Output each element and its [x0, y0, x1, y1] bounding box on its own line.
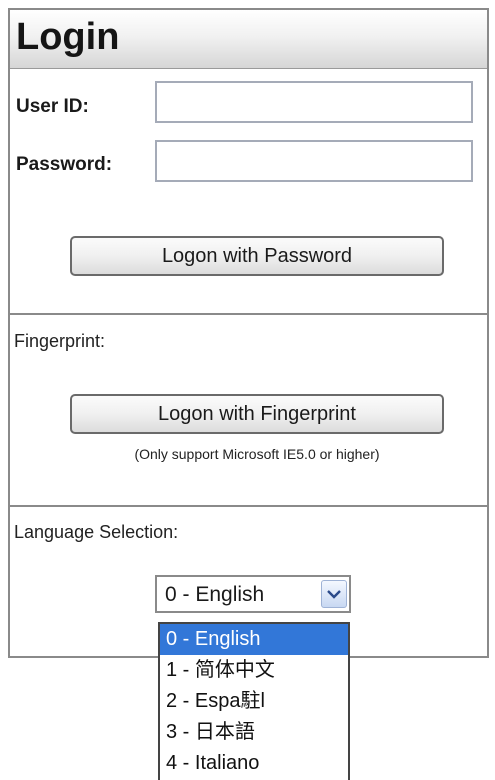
page-title: Login: [16, 16, 120, 58]
language-dropdown-list: 0 - English 1 - 简体中文 2 - Espa駐l 3 - 日本語 …: [158, 622, 350, 780]
title-bar: Login: [10, 10, 487, 69]
user-id-input[interactable]: [155, 81, 473, 123]
logon-with-password-button[interactable]: Logon with Password: [70, 236, 444, 276]
chevron-down-icon[interactable]: [321, 580, 347, 608]
logon-with-fingerprint-button[interactable]: Logon with Fingerprint: [70, 394, 444, 434]
fingerprint-section-label: Fingerprint:: [14, 331, 106, 351]
language-section-label: Language Selection:: [14, 522, 179, 542]
language-option[interactable]: 4 - Italiano: [160, 748, 348, 779]
login-panel: Login User ID: Password: Logon with Pass…: [8, 8, 489, 658]
language-select-value: 0 - English: [165, 583, 265, 606]
browser-support-note: (Only support Microsoft IE5.0 or higher): [134, 446, 380, 462]
language-option[interactable]: 0 - English: [160, 624, 348, 655]
language-select[interactable]: 0 - English: [155, 575, 351, 613]
user-id-label: User ID:: [16, 96, 89, 117]
section-divider: [10, 505, 487, 507]
password-input[interactable]: [155, 140, 473, 182]
language-option[interactable]: 2 - Espa駐l: [160, 686, 348, 717]
section-divider: [10, 313, 487, 315]
language-option[interactable]: 3 - 日本語: [160, 717, 348, 748]
language-option[interactable]: 1 - 简体中文: [160, 655, 348, 686]
password-label: Password:: [16, 154, 113, 175]
